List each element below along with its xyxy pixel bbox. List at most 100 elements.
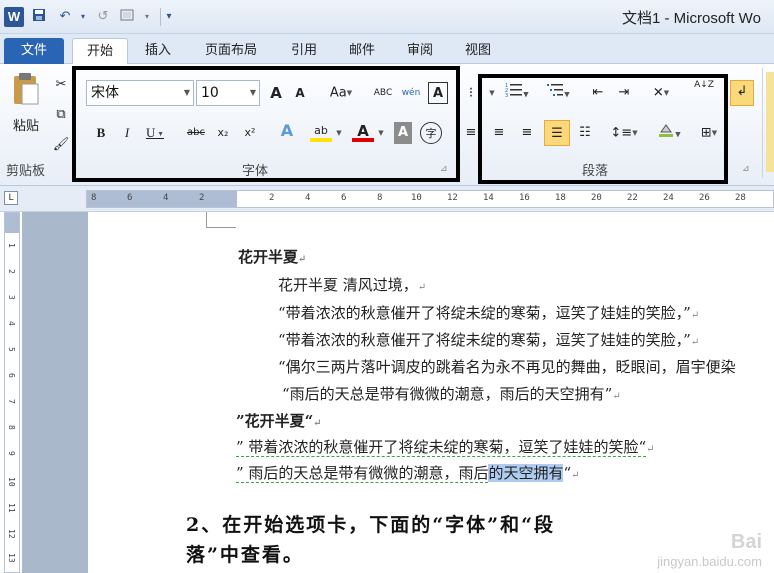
char-shading-button[interactable]: A [394,122,412,144]
font-dialog-launcher-icon[interactable]: ⊿ [440,164,448,174]
doc-line-text: 花开半夏 [238,248,299,266]
title-bar: W ↶ ▾ ↺ ▾ ▾ 文档1 - Microsoft Wo [0,0,774,34]
tab-page-layout[interactable]: 页面布局 [192,38,270,64]
ruler-tick: 20 [591,193,602,203]
ruler-tick: 8 [7,425,16,430]
decrease-indent-icon[interactable]: ⇤ [588,82,608,104]
phonetic-guide-button[interactable]: wén [400,82,422,104]
bold-button[interactable]: B [92,122,110,144]
tab-references[interactable]: 引用 [280,38,328,64]
cut-icon[interactable]: ✂ [52,74,70,96]
tab-selector[interactable]: L [4,191,18,205]
doc-line-text: “ [563,464,572,482]
document-page[interactable]: 花开半夏↵ 花开半夏 清风过境，↵ “带着浓浓的秋意催开了将绽未绽的寒菊，逗笑了… [88,212,774,573]
ruler-tick: 4 [7,321,16,326]
superscript-button[interactable]: x² [240,122,260,144]
customize-toolbar-icon[interactable]: ▾ [160,8,178,26]
paragraph-mark: ↵ [690,337,700,348]
italic-button[interactable]: I [118,122,136,144]
font-color-button[interactable]: A [352,120,374,142]
ruler-tick: 2 [7,269,16,274]
align-right-icon[interactable]: ≡ [516,122,538,144]
chevron-down-icon: ▼ [249,88,256,97]
doc-line[interactable]: “带着浓浓的秋意催开了将绽未绽的寒菊，逗笑了娃娃的笑脸，”↵ [278,329,699,350]
justify-button[interactable]: ☰ [544,120,570,146]
margin-corner-mark [206,212,236,228]
copy-icon[interactable]: ⧉ [52,104,70,126]
redo-icon[interactable]: ↺ [94,8,112,26]
tab-mailings[interactable]: 邮件 [338,38,386,64]
highlight-dropdown-icon[interactable]: ▼ [334,122,344,144]
undo-icon[interactable]: ↶ [56,8,74,26]
tab-review[interactable]: 审阅 [396,38,444,64]
doc-line-text: “偶尔三两片落叶调皮的跳着名为永不再见的舞曲，眨眼间，眉宇便染 [278,358,736,376]
subscript-button[interactable]: x₂ [214,122,232,144]
paste-button[interactable]: 粘贴 [6,116,46,138]
paste-icon[interactable] [6,72,46,110]
doc-line-text: 花开半夏 清风过境， [278,276,418,294]
tab-insert[interactable]: 插入 [134,38,182,64]
doc-line[interactable]: “偶尔三两片落叶调皮的跳着名为永不再见的舞曲，眨眼间，眉宇便染 [278,356,736,377]
highlight-button[interactable]: ab [310,120,332,142]
increase-indent-icon[interactable]: ⇥ [614,82,634,104]
ruler-tick: 16 [519,193,530,203]
show-marks-button[interactable]: ↲ [730,80,754,106]
print-preview-icon[interactable] [118,8,136,26]
shading-button[interactable]: ▼ [652,122,686,144]
shrink-font-button[interactable]: A [290,82,310,104]
undo-dropdown-icon[interactable]: ▾ [74,8,92,26]
font-name-select[interactable]: 宋体 ▼ [86,80,194,106]
doc-line-text: ” 雨后的天总是带有微微的潮意，雨后 [236,464,489,483]
text-effects-button[interactable]: A [276,120,298,142]
underline-button[interactable]: U ▼ [144,122,166,144]
align-center-icon[interactable]: ≡ [488,122,510,144]
tab-home[interactable]: 开始 [72,38,128,64]
doc-line[interactable]: “雨后的天总是带有微微的潮意，雨后的天空拥有”↵ [282,383,621,404]
tab-file[interactable]: 文件 [4,38,64,64]
numbering-button[interactable]: 1 2 3 ▼ [502,82,532,104]
paragraph-mark: ↵ [612,391,621,402]
doc-line[interactable]: “带着浓浓的秋意催开了将绽未绽的寒菊，逗笑了娃娃的笑脸，”↵ [278,302,699,323]
doc-line[interactable]: ” 带着浓浓的秋意催开了将绽未绽的寒菊，逗笑了娃娃的笑脸“↵ [236,436,655,457]
word-logo-icon[interactable]: W [4,7,24,27]
change-case-button[interactable]: Aa▼ [326,82,356,104]
enclose-chars-button[interactable]: 字 [420,122,442,144]
ruler-tick: 28 [735,193,746,203]
doc-line[interactable]: 花开半夏↵ [238,246,306,267]
ribbon-home: 粘贴 ✂ ⧉ 🖌 剪贴板 宋体 ▼ 10 ▼ A A Aa▼ ABC wén A… [0,64,774,186]
document-workspace: 花开半夏↵ 花开半夏 清风过境，↵ “带着浓浓的秋意催开了将绽未绽的寒菊，逗笑了… [22,212,774,573]
tab-view[interactable]: 视图 [454,38,502,64]
ruler-tick: 11 [7,503,16,513]
distributed-align-icon[interactable]: ☷ [574,122,596,144]
horizontal-ruler[interactable]: 8 6 4 2 2 4 6 8 10 12 14 16 18 20 22 24 … [86,190,774,208]
ruler-tick: 1 [7,243,16,248]
clear-format-button[interactable]: ABC [372,82,394,104]
paragraph-mark: ↵ [298,254,307,265]
font-size-select[interactable]: 10 ▼ [196,80,260,106]
line-spacing-button[interactable]: ↕≡▼ [608,122,640,144]
multilevel-list-button[interactable]: ▼ [542,82,574,104]
window-title: 文档1 - Microsoft Wo [622,10,761,27]
print-dropdown-icon[interactable]: ▾ [138,8,156,26]
font-size-value: 10 [201,85,219,101]
bullets-dropdown-icon[interactable]: ▼ [486,82,498,104]
doc-line[interactable]: ” 雨后的天总是带有微微的潮意，雨后的天空拥有“↵ [236,462,580,483]
asian-layout-button[interactable]: ✕▼ [646,82,676,104]
sort-button[interactable]: A↓Z [690,80,718,102]
paragraph-dialog-launcher-icon[interactable]: ⊿ [742,164,750,174]
styles-gallery-edge[interactable] [766,72,774,172]
doc-line[interactable]: 花开半夏 清风过境，↵ [278,274,426,295]
borders-button[interactable]: ⊞▼ [694,122,724,144]
bullets-icon[interactable]: ⁝ [464,82,478,104]
doc-line[interactable]: ”花开半夏“↵ [236,410,322,431]
font-color-dropdown-icon[interactable]: ▼ [376,122,386,144]
char-border-button[interactable]: A [428,82,448,104]
format-painter-icon[interactable]: 🖌 [52,134,70,156]
grow-font-button[interactable]: A [266,82,286,104]
strikethrough-button[interactable]: abc [184,122,208,144]
ruler-tick: 6 [127,193,133,203]
ruler-tick: 7 [7,399,16,404]
align-left-icon[interactable]: ≡ [464,122,478,144]
save-icon[interactable] [30,8,48,26]
vertical-ruler[interactable]: 1 2 3 4 5 6 7 8 9 10 11 12 13 [4,212,20,573]
